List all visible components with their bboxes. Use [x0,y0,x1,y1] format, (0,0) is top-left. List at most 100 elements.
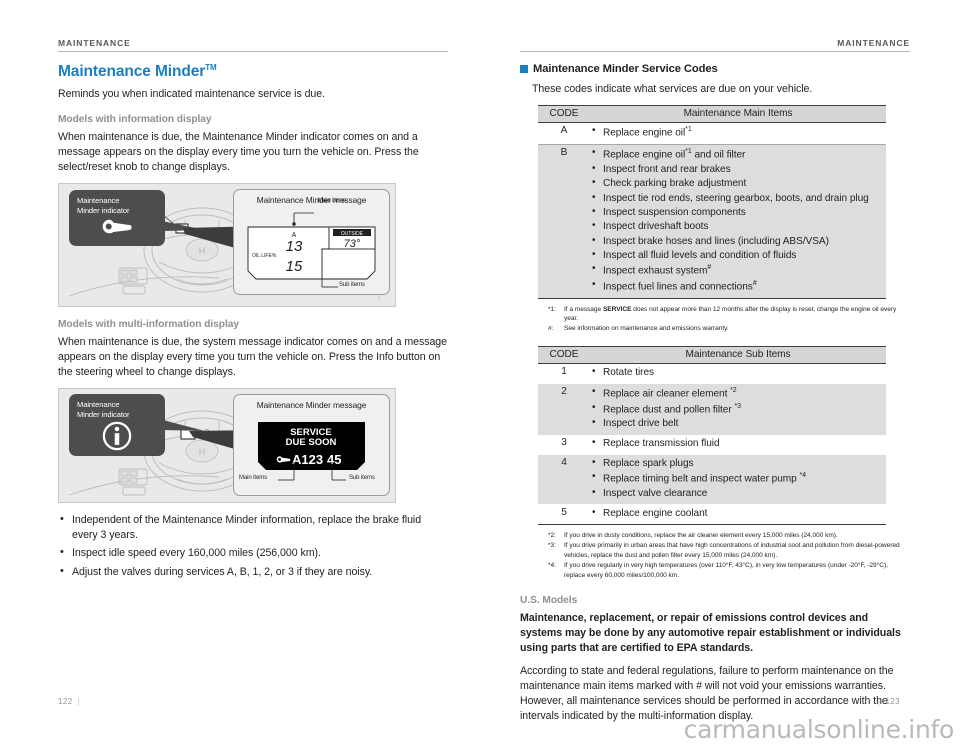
maintenance-main-items-table: CODE Maintenance Main Items A Replace en… [538,105,886,299]
table-header-row: CODE Maintenance Main Items [538,105,886,123]
left-page-bullet-list: Independent of the Maintenance Minder in… [58,512,448,580]
list-item: Inspect brake hoses and lines (including… [590,234,880,249]
subhead-information-display: Models with information display [58,114,212,126]
footnote-key: *2: [548,532,556,540]
main-table-footnotes: *1: If a message SERVICE does not appear… [548,305,910,335]
callout-line-2: Minder indicator [77,409,130,419]
list-item: Replace spark plugs [590,456,880,471]
svg-text:OIL LIFE%: OIL LIFE% [252,253,277,259]
list-item: Inspect suspension components [590,205,880,220]
trademark-mark: TM [205,62,217,72]
cell-bullet-list: Replace engine oil*1 [590,124,886,141]
right-head-rule [520,51,910,52]
label-main-items-2: Main items [239,475,268,482]
row-code: 5 [538,504,590,526]
list-item: Inspect tie rod ends, steering gearbox, … [590,191,880,206]
list-item: Replace engine oil*1 [590,124,880,141]
footnote-pre: If a message [564,305,603,313]
illustration-information-display: H Maintenance Minder indicator Maintenan… [58,183,396,308]
footnote-ref: *1 [685,126,692,134]
table-row: A Replace engine oil*1 [538,122,886,145]
page-number-value: 123 [885,697,900,706]
list-item: Inspect drive belt [590,416,880,431]
list-item: Inspect front and rear brakes [590,162,880,177]
row-code: 2 [538,383,590,435]
footnote-ref: # [752,279,757,287]
list-item: Inspect fuel lines and connections# [590,278,880,295]
right-running-head: MAINTENANCE [837,38,910,48]
cell-bullet-list: Replace spark plugs Replace timing belt … [590,456,886,501]
list-item: Replace dust and pollen filter *3 [590,401,880,418]
list-item: Adjust the valves during services A, B, … [58,564,448,580]
section-title-service-codes: Maintenance Minder Service Codes [520,63,910,75]
list-item: Inspect valve clearance [590,486,880,501]
footnote-ref: *2 [730,387,737,395]
sub-table-footnotes: *2: If you drive in dusty conditions, re… [548,531,910,580]
list-item: Rotate tires [590,365,880,380]
footnote-row: *4: If you drive regularly in very high … [548,561,910,581]
table-row: 2 Replace air cleaner element *2 Replace… [538,383,886,435]
footnote-ref: *3 [734,402,741,410]
footnote-key: *3: [548,542,556,550]
row-items: Replace air cleaner element *2 Replace d… [590,383,886,435]
row-code: 1 [561,366,567,378]
list-item: Inspect all fluid levels and condition o… [590,248,880,263]
footnote-row: #: See information on maintenance and em… [548,324,910,334]
svg-text:A123: A123 [292,452,323,467]
item-text: Inspect fuel lines and connections [603,281,753,293]
page-number-divider: | [77,697,81,706]
cell-bullet-list: Rotate tires [590,365,886,380]
manual-page-spread: MAINTENANCE Maintenance MinderTM Reminds… [0,0,960,750]
lcd-display-1: A 13 15 OUTSIDE 73° OIL LIFE% [247,212,376,288]
row-items: Replace engine coolant [590,504,886,526]
svg-text:73°: 73° [344,238,361,250]
footnote-text: If you drive primarily in urban areas th… [564,542,900,560]
cell-bullet-list: Replace engine oil*1 and oil filter Insp… [590,146,886,295]
callout-line-2: Minder indicator [77,205,130,215]
footnote-text: If you drive regularly in very high temp… [564,561,888,579]
row-code: 3 [561,437,567,449]
info-icon [102,421,132,451]
footnote-ref: *4 [799,472,806,480]
page-number-value: 122 [58,697,73,706]
cell-bullet-list: Replace air cleaner element *2 Replace d… [590,385,886,432]
section2-body: When maintenance is due, the system mess… [58,336,447,379]
list-item: Independent of the Maintenance Minder in… [58,512,448,542]
panel-title-1: Maintenance Minder message [256,195,367,206]
item-text: Replace engine oil [603,149,686,161]
section-title-text: Maintenance Minder Service Codes [533,63,718,75]
row-code: B [538,144,590,299]
footnote-text: If a message SERVICE does not appear mor… [564,305,910,325]
list-item: Replace air cleaner element *2 [590,385,880,402]
page-title-text: Maintenance Minder [58,63,206,80]
item-text: Replace engine oil [603,127,686,139]
left-running-head: MAINTENANCE [58,38,131,48]
callout-text-2: Maintenance Minder indicator [69,394,165,420]
row-items: Replace engine oil*1 and oil filter Insp… [590,144,886,299]
list-item: Check parking brake adjustment [590,176,880,191]
list-item: Inspect exhaust system# [590,262,880,279]
illustration-multi-information-display: H Maintenance Minder indicator Maintenan… [58,388,396,504]
maintenance-sub-items-table: CODE Maintenance Sub Items 1 Rotate tire… [538,346,886,526]
svg-text:DUE SOON: DUE SOON [286,437,337,448]
item-text: Replace timing belt and inspect water pu… [603,473,800,485]
cell-bullet-list: Replace transmission fluid [590,436,886,451]
footnote-row: *2: If you drive in dusty conditions, re… [548,531,910,541]
intro-paragraph: Reminds you when indicated maintenance s… [58,88,326,101]
left-head-rule [58,51,448,52]
wrench-icon [102,219,132,234]
cell-bullet-list: Replace engine coolant [590,506,886,521]
subhead-multi-information-display: Models with multi-information display [58,319,239,331]
sub-table-body: 1 Rotate tires 2 Replace air cleaner ele… [538,363,886,526]
header-main-items: Maintenance Main Items [590,105,886,123]
row-items: Replace transmission fluid [590,435,886,455]
list-item: Replace transmission fluid [590,436,880,451]
list-item: Inspect idle speed every 160,000 miles (… [58,546,448,561]
callout-line-1: Maintenance [77,400,120,410]
page-number-divider: | [877,697,881,706]
label-sub-items-2: Sub items [349,475,375,482]
row-code: A [538,122,590,145]
svg-text:13: 13 [286,238,303,255]
list-item: Replace engine coolant [590,506,880,521]
header-code: CODE [538,105,590,123]
